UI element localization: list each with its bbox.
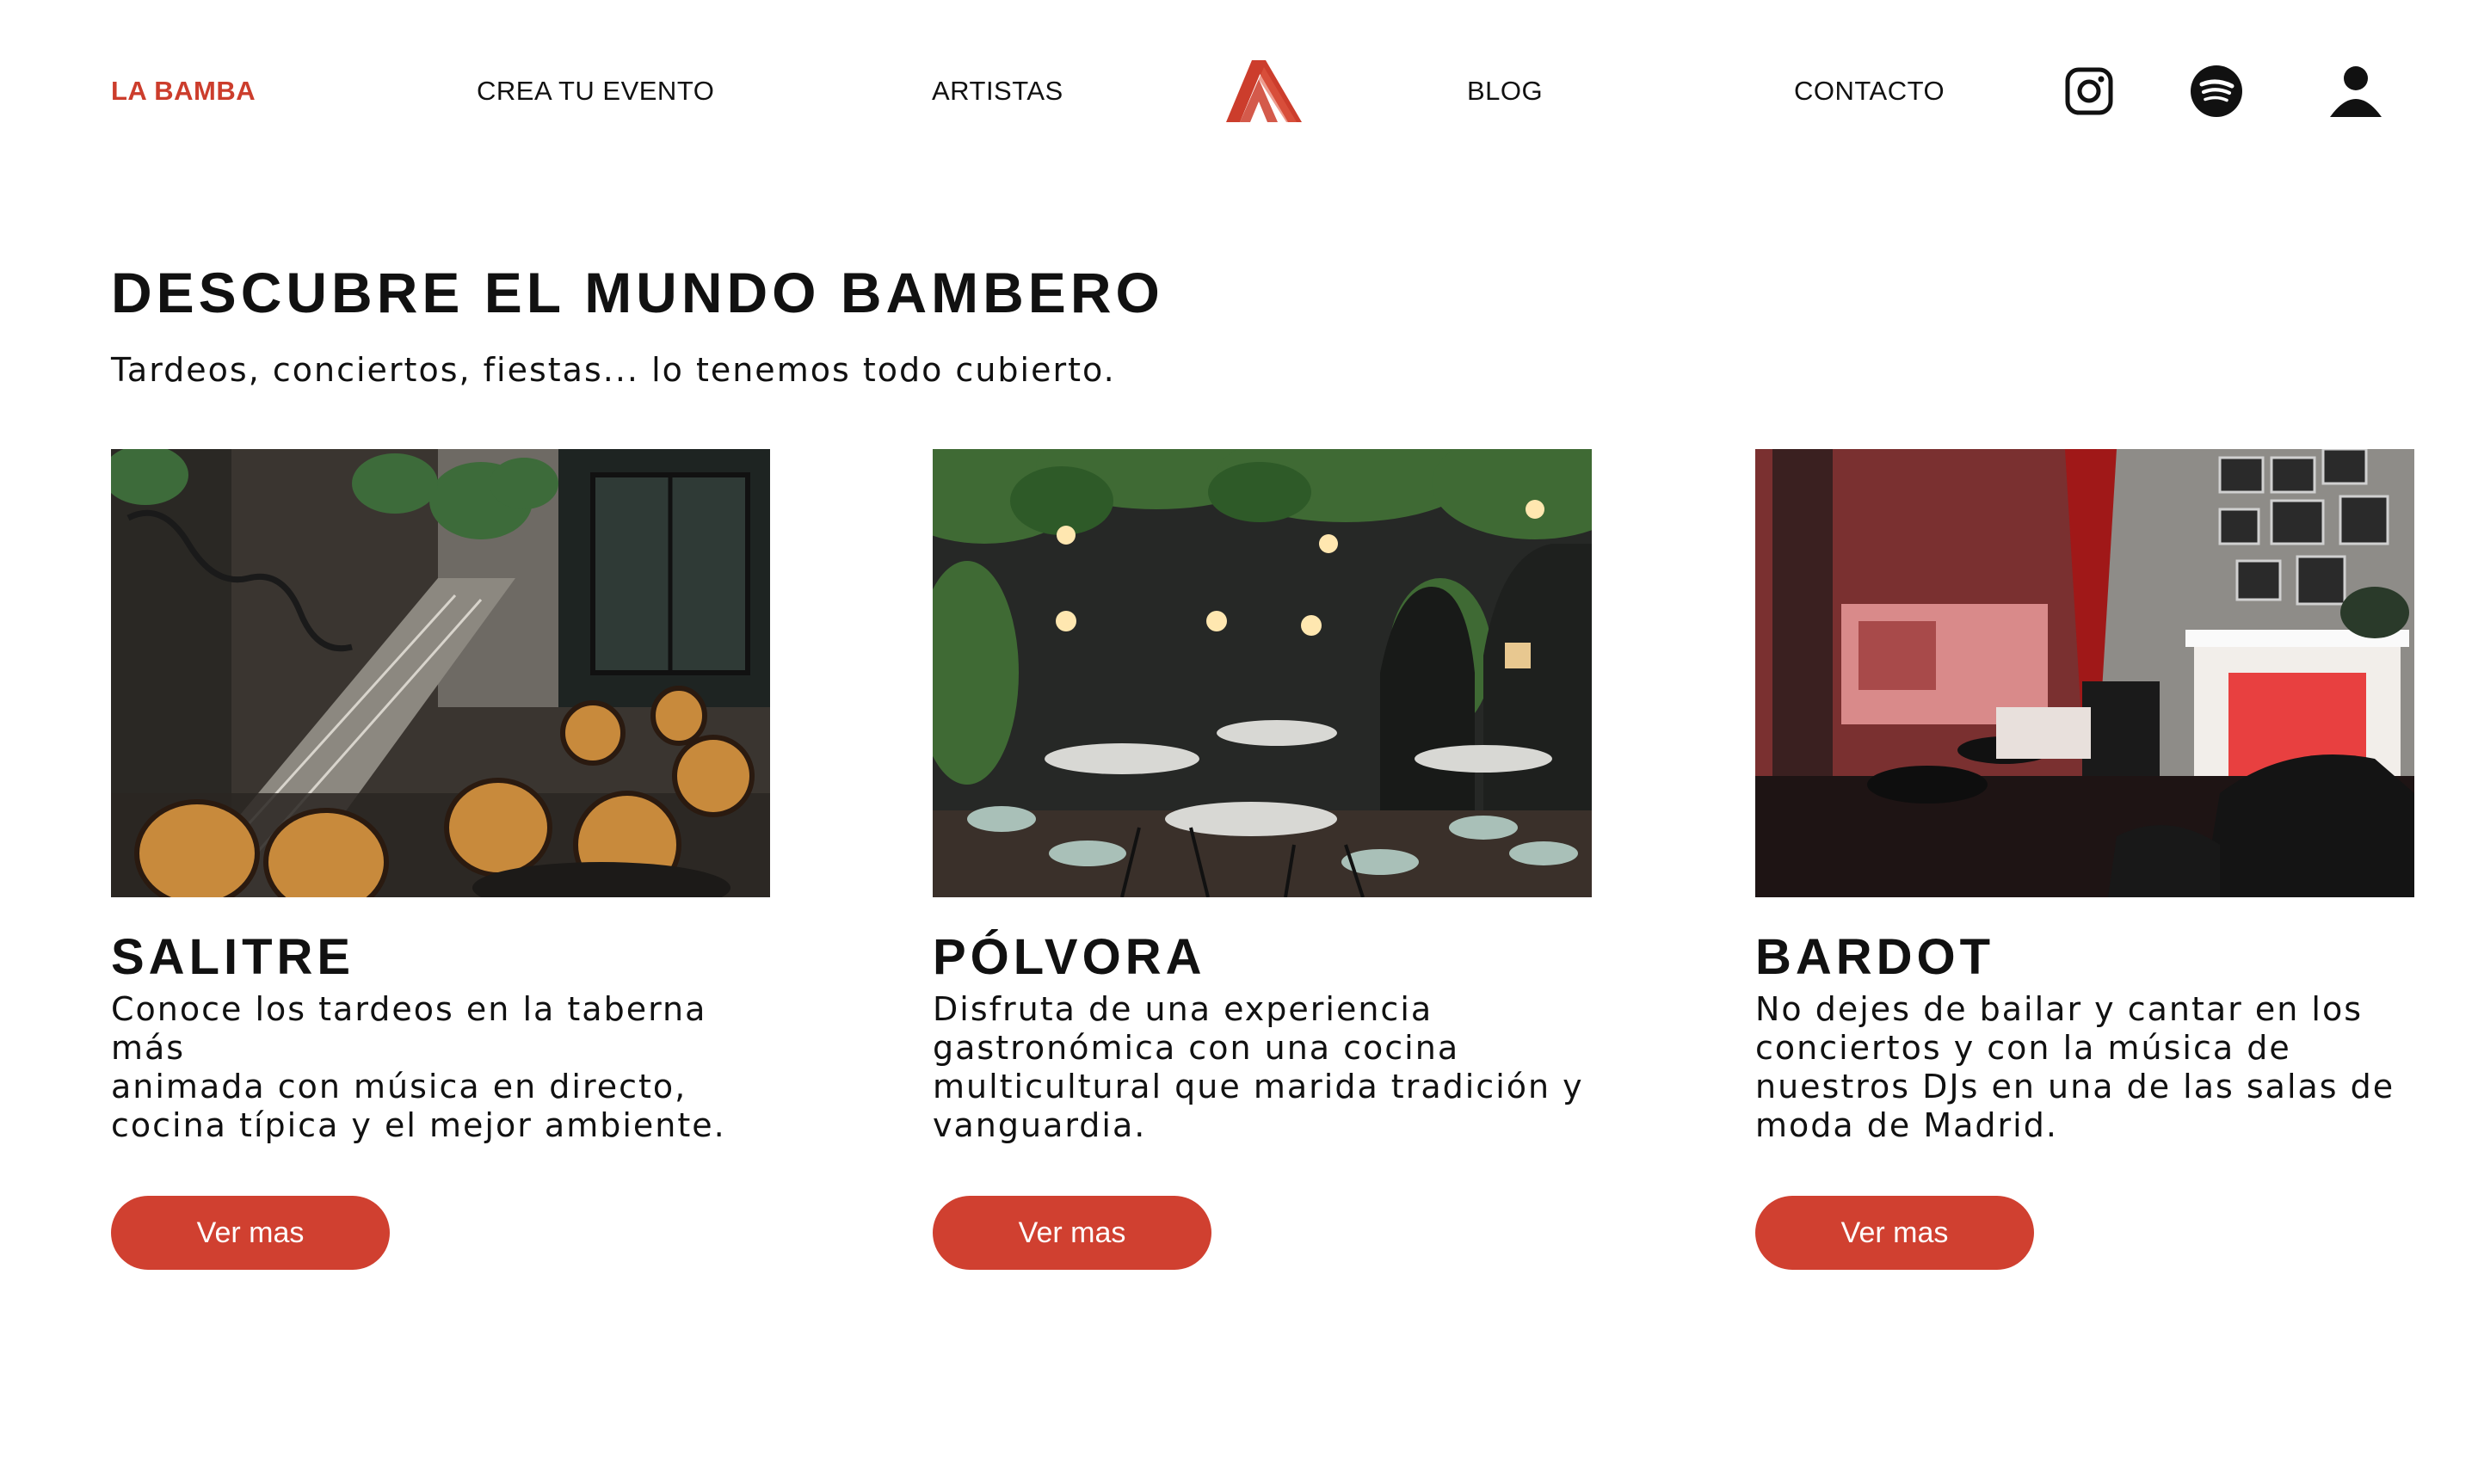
bardot-photo [1755, 449, 2414, 897]
nav-link-la-bamba[interactable]: LA BAMBA [111, 72, 256, 110]
spotify-icon[interactable] [2191, 65, 2242, 117]
card-description-line: No dejes de bailar y cantar en los [1755, 990, 2364, 1028]
polvora-photo [933, 449, 1592, 897]
card-description-line: gastronómica con una cocina [933, 1029, 1460, 1067]
card-description-line: nuestros DJs en una de las salas de [1755, 1068, 2395, 1105]
card-description-line: Conoce los tardeos en la taberna más [111, 990, 707, 1067]
venue-card-polvora: PÓLVORA Disfruta de una experiencia gast… [933, 449, 1592, 1270]
nav-link-blog[interactable]: BLOG [1467, 72, 1543, 110]
card-title: SALITRE [111, 929, 355, 985]
top-navigation: LA BAMBA CREA TU EVENTO ARTISTAS BLOG CO… [0, 0, 2478, 185]
salitre-photo [111, 449, 770, 897]
user-icon[interactable] [2328, 64, 2383, 119]
card-description-line: conciertos y con la música de [1755, 1029, 2291, 1067]
instagram-icon[interactable] [2063, 65, 2115, 117]
card-description: Disfruta de una experiencia gastronómica… [933, 990, 1592, 1145]
ver-mas-button[interactable]: Ver mas [111, 1196, 390, 1270]
card-description-line: vanguardia. [933, 1106, 1147, 1144]
card-title: BARDOT [1755, 929, 1995, 985]
card-description-line: Disfruta de una experiencia [933, 990, 1433, 1028]
card-description-line: animada con música en directo, [111, 1068, 687, 1105]
venue-card-bardot: BARDOT No dejes de bailar y cantar en lo… [1755, 449, 2414, 1270]
nav-link-crea-tu-evento[interactable]: CREA TU EVENTO [477, 72, 714, 110]
card-description-line: multicultural que marida tradición y [933, 1068, 1584, 1105]
card-description: Conoce los tardeos en la taberna más ani… [111, 990, 770, 1145]
ver-mas-button[interactable]: Ver mas [1755, 1196, 2034, 1270]
venue-card-salitre: SALITRE Conoce los tardeos en la taberna… [111, 449, 770, 1270]
la-bamba-logo[interactable] [1226, 60, 1302, 122]
card-description-line: cocina típica y el mejor ambiente. [111, 1106, 726, 1144]
ver-mas-button[interactable]: Ver mas [933, 1196, 1211, 1270]
page-subtitle: Tardeos, conciertos, fiestas... lo tenem… [111, 351, 1116, 389]
card-description: No dejes de bailar y cantar en los conci… [1755, 990, 2414, 1145]
card-description-line: moda de Madrid. [1755, 1106, 2058, 1144]
nav-link-contacto[interactable]: CONTACTO [1794, 72, 1945, 110]
card-title: PÓLVORA [933, 929, 1206, 985]
page-title: DESCUBRE EL MUNDO BAMBERO [111, 261, 1164, 324]
nav-link-artistas[interactable]: ARTISTAS [932, 72, 1063, 110]
